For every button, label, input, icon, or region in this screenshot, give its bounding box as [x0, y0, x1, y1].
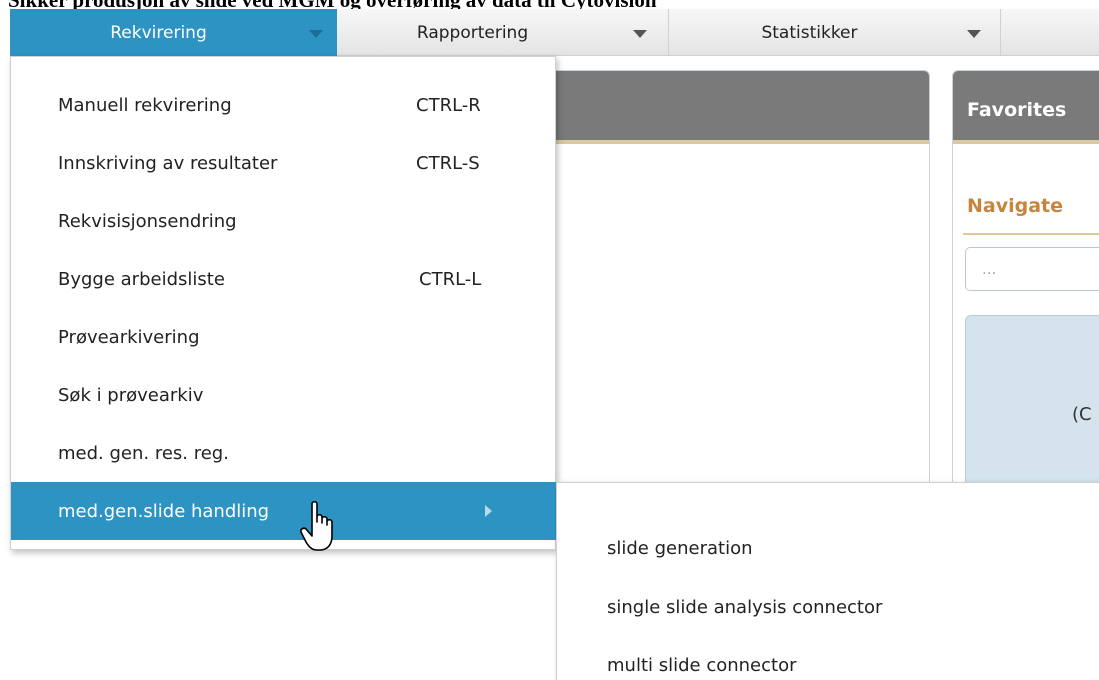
submenu-item-single-slide-analysis-connector[interactable]: single slide analysis connector: [607, 597, 882, 618]
submenu-item-slide-generation[interactable]: slide generation: [607, 538, 753, 559]
menu-item-label: med.gen.slide handling: [58, 501, 270, 522]
menu-tab-rapportering[interactable]: Rapportering: [337, 9, 669, 56]
info-text: (C: [1072, 404, 1092, 425]
menu-tab-label: Statistikker: [761, 22, 858, 43]
hand-pointer-icon: [300, 500, 333, 551]
menu-tab-statistikker[interactable]: Statistikker: [669, 9, 1001, 56]
rekvirering-dropdown: Manuell rekvirering CTRL-R Innskriving a…: [10, 56, 557, 550]
menu-item-innskriving-av-resultater[interactable]: Innskriving av resultater CTRL-S: [11, 134, 557, 192]
menu-item-label: Bygge arbeidsliste: [58, 269, 225, 290]
menu-item-sok-i-provearkiv[interactable]: Søk i prøvearkiv: [11, 366, 557, 424]
chevron-down-icon: [633, 30, 647, 38]
info-box: (C: [965, 315, 1099, 495]
menu-item-label: Prøvearkivering: [58, 327, 200, 348]
menu-item-rekvisisjonsendring[interactable]: Rekvisisjonsendring: [11, 192, 557, 250]
menu-tab-label: Rekvirering: [110, 22, 207, 43]
navigate-input[interactable]: ...: [965, 247, 1099, 291]
menu-item-bygge-arbeidsliste[interactable]: Bygge arbeidsliste CTRL-L: [11, 250, 557, 308]
menu-item-shortcut: CTRL-R: [416, 95, 481, 116]
chevron-right-icon: [485, 505, 492, 517]
favorites-title: Favorites: [953, 71, 1099, 144]
navigate-label: Navigate: [967, 195, 1064, 217]
menu-tab-label: Rapportering: [416, 22, 529, 43]
menu-item-label: Manuell rekvirering: [58, 95, 232, 116]
menu-item-med-gen-slide-handling[interactable]: med.gen.slide handling: [11, 482, 557, 540]
submenu-item-multi-slide-connector[interactable]: multi slide connector: [607, 655, 797, 676]
slide-handling-submenu: slide generation single slide analysis c…: [556, 482, 1099, 680]
menu-item-provearkivering[interactable]: Prøvearkivering: [11, 308, 557, 366]
document-title: Sikker produsjon av slide ved MGM og ove…: [8, 0, 657, 9]
menu-item-shortcut: CTRL-L: [419, 269, 482, 290]
navigate-divider: [963, 233, 1099, 235]
menu-item-label: Rekvisisjonsendring: [58, 211, 237, 232]
menu-item-med-gen-res-reg[interactable]: med. gen. res. reg.: [11, 424, 557, 482]
top-menubar: Rekvirering Rapportering Statistikker: [10, 9, 1099, 56]
menu-item-label: Innskriving av resultater: [58, 153, 278, 174]
menu-item-label: med. gen. res. reg.: [58, 443, 229, 464]
menu-item-manuell-rekvirering[interactable]: Manuell rekvirering CTRL-R: [11, 76, 557, 134]
chevron-down-icon: [309, 30, 323, 38]
menu-tab-rekvirering[interactable]: Rekvirering: [10, 9, 337, 56]
menu-item-shortcut: CTRL-S: [416, 153, 480, 174]
chevron-down-icon: [967, 30, 981, 38]
favorites-panel: Favorites Navigate ... (C: [952, 70, 1099, 495]
menu-item-label: Søk i prøvearkiv: [58, 385, 204, 406]
